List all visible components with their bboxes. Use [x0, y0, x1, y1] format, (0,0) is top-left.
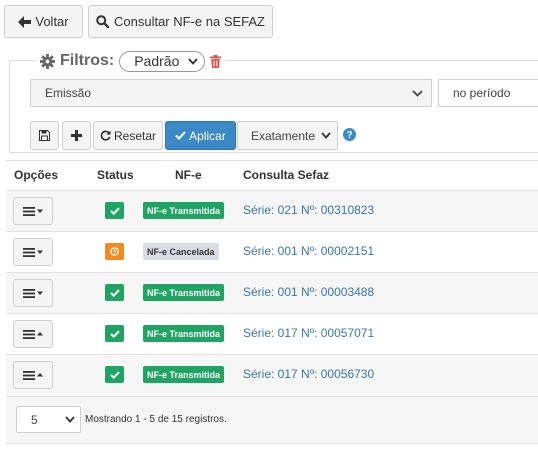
help-icon[interactable]: ? [343, 128, 356, 141]
floppy-disk-icon [39, 130, 50, 141]
period-value: no período [453, 86, 511, 100]
check-icon [109, 330, 120, 338]
page-size-select[interactable]: 5 [16, 406, 81, 433]
match-mode-select[interactable]: Exatamente [237, 121, 338, 150]
row-options-button[interactable] [13, 361, 53, 389]
filter-field-value: Emissão [45, 86, 92, 100]
nfe-status-badge: NF-e Transmitida [143, 284, 225, 301]
page-size-value: 5 [31, 412, 38, 427]
filter-field-select[interactable]: Emissão [30, 79, 432, 107]
check-icon [109, 371, 120, 379]
column-header-status: Status [97, 168, 134, 182]
status-cancelled-icon [105, 243, 124, 260]
row-options-button[interactable] [13, 238, 53, 266]
svg-text:?: ? [346, 130, 352, 141]
search-icon [96, 15, 109, 28]
check-icon [175, 131, 186, 140]
chevron-down-icon [412, 89, 423, 97]
chevron-down-icon [321, 132, 331, 139]
pagination-info: Mostrando 1 - 5 de 15 registros. [85, 414, 227, 425]
filter-legend: Filtros: Padrão [36, 48, 226, 74]
refresh-icon [100, 130, 111, 141]
column-header-sefaz[interactable]: Consulta Sefaz [243, 168, 329, 182]
chevron-down-icon [188, 57, 198, 65]
plus-icon [71, 130, 82, 141]
clock-icon [110, 247, 119, 256]
consult-sefaz-button[interactable]: Consultar NF-e na SEFAZ [88, 5, 273, 38]
arrow-left-icon [18, 15, 32, 28]
status-ok-icon [105, 284, 124, 301]
chevron-down-icon [65, 416, 75, 423]
menu-caret-down-icon [23, 206, 43, 216]
row-options-button[interactable] [13, 197, 53, 225]
column-header-options: Opções [14, 168, 59, 182]
nfe-status-badge: NF-e Transmitida [143, 366, 225, 383]
consult-sefaz-label: Consultar NF-e na SEFAZ [114, 14, 265, 29]
reset-filter-button[interactable]: Resetar [93, 121, 163, 150]
table-divider [6, 160, 538, 161]
filter-preset-value: Padrão [134, 53, 180, 69]
check-icon [109, 207, 120, 215]
row-options-button[interactable] [13, 279, 53, 307]
save-filter-button[interactable] [30, 121, 59, 150]
column-header-nfe: NF-e [175, 168, 202, 182]
apply-filter-button[interactable]: Aplicar [165, 121, 236, 150]
filter-preset-select[interactable]: Padrão [119, 50, 206, 72]
apply-label: Aplicar [189, 128, 226, 143]
sefaz-query-link[interactable]: Série: 021 Nº: 00310823 [243, 203, 374, 217]
menu-caret-up-icon [23, 329, 43, 339]
sefaz-query-link[interactable]: Série: 017 Nº: 00056730 [243, 367, 374, 381]
sefaz-query-link[interactable]: Série: 001 Nº: 00003488 [243, 285, 374, 299]
menu-caret-up-icon [23, 370, 43, 380]
check-icon [109, 289, 120, 297]
nfe-status-badge: NF-e Transmitida [143, 325, 225, 342]
menu-caret-down-icon [23, 288, 43, 298]
menu-caret-down-icon [23, 247, 43, 257]
status-ok-icon [105, 202, 124, 219]
gear-icon [40, 53, 55, 69]
match-mode-value: Exatamente [251, 128, 316, 143]
add-filter-button[interactable] [62, 121, 91, 150]
reset-label: Resetar [113, 128, 157, 143]
filters-title: Filtros: [60, 52, 115, 69]
period-field[interactable]: no período [438, 79, 538, 107]
trash-icon[interactable] [210, 54, 222, 68]
back-button-label: Voltar [35, 14, 69, 29]
sefaz-query-link[interactable]: Série: 001 Nº: 00002151 [243, 244, 374, 258]
status-ok-icon [105, 325, 124, 342]
nfe-status-badge: NF-e Transmitida [143, 202, 225, 219]
row-options-button[interactable] [13, 320, 53, 348]
sefaz-query-link[interactable]: Série: 017 Nº: 00057071 [243, 326, 374, 340]
back-button[interactable]: Voltar [4, 5, 83, 38]
nfe-status-badge: NF-e Cancelada [143, 243, 219, 260]
status-ok-icon [105, 366, 124, 383]
